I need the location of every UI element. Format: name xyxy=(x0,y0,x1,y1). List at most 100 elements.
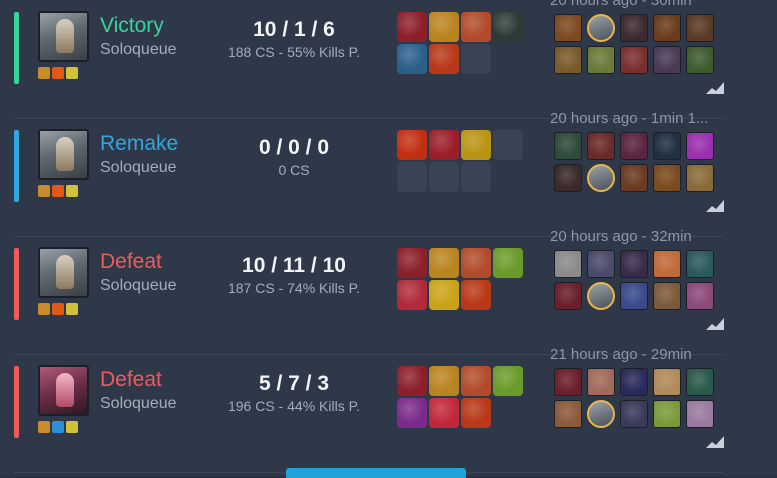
summoner-spell-icon[interactable] xyxy=(66,185,78,197)
queue-type: Soloqueue xyxy=(100,395,177,412)
player-champion-icon-self[interactable] xyxy=(587,14,615,42)
player-champion-icon[interactable] xyxy=(653,282,681,310)
player-champion-icon[interactable] xyxy=(686,368,714,396)
match-time: 20 hours ago - 30min xyxy=(550,0,692,9)
result-color-bar xyxy=(14,12,19,84)
item-icon[interactable] xyxy=(429,12,459,42)
player-champion-icon[interactable] xyxy=(554,132,582,160)
item-icon[interactable] xyxy=(461,366,491,396)
item-icon[interactable] xyxy=(461,398,491,428)
item-icon[interactable] xyxy=(461,248,491,278)
summoner-spell-icon[interactable] xyxy=(52,303,64,315)
item-icon[interactable] xyxy=(397,280,427,310)
item-build xyxy=(397,248,527,310)
player-champion-icon[interactable] xyxy=(686,250,714,278)
item-icon[interactable] xyxy=(397,12,427,42)
kda-score: 10 / 11 / 10 xyxy=(242,254,346,277)
summoner-spell-icon[interactable] xyxy=(52,185,64,197)
champion-portrait-pink-fighter-icon[interactable] xyxy=(38,365,89,416)
item-icon[interactable] xyxy=(493,366,523,396)
graph-icon[interactable] xyxy=(706,198,724,212)
player-champion-icon-self[interactable] xyxy=(587,164,615,192)
match-time: 20 hours ago - 1min 1... xyxy=(550,110,709,127)
player-champion-icon[interactable] xyxy=(686,400,714,428)
empty-item-slot xyxy=(461,44,491,74)
player-champion-icon[interactable] xyxy=(653,14,681,42)
item-icon[interactable] xyxy=(461,130,491,160)
summoner-spell-icon[interactable] xyxy=(38,185,50,197)
kda-score: 5 / 7 / 3 xyxy=(258,372,330,395)
item-icon[interactable] xyxy=(429,280,459,310)
item-icon[interactable] xyxy=(429,366,459,396)
kda-score: 0 / 0 / 0 xyxy=(258,136,330,159)
result-color-bar xyxy=(14,248,19,320)
player-champion-icon[interactable] xyxy=(686,164,714,192)
player-champion-icon[interactable] xyxy=(554,282,582,310)
player-champion-icon[interactable] xyxy=(620,46,648,74)
champion-portrait-armored-knight-icon[interactable] xyxy=(38,11,89,62)
player-champion-icon[interactable] xyxy=(587,368,615,396)
player-champion-icon[interactable] xyxy=(620,250,648,278)
player-champion-icon[interactable] xyxy=(620,164,648,192)
match-row-3[interactable]: Defeat Soloqueue 10 / 11 / 10 187 CS - 7… xyxy=(14,228,724,355)
player-champion-icon[interactable] xyxy=(686,282,714,310)
player-champion-icon[interactable] xyxy=(653,368,681,396)
item-icon[interactable] xyxy=(429,248,459,278)
item-icon[interactable] xyxy=(397,366,427,396)
item-icon[interactable] xyxy=(493,12,523,42)
player-champion-icon[interactable] xyxy=(620,368,648,396)
summoner-spell-icon[interactable] xyxy=(38,303,50,315)
player-champion-icon[interactable] xyxy=(653,400,681,428)
player-champion-icon[interactable] xyxy=(653,132,681,160)
graph-icon[interactable] xyxy=(706,434,724,448)
champion-portrait-armored-knight-icon[interactable] xyxy=(38,247,89,298)
item-icon[interactable] xyxy=(429,398,459,428)
item-icon[interactable] xyxy=(429,130,459,160)
player-champion-icon[interactable] xyxy=(620,132,648,160)
item-icon[interactable] xyxy=(397,398,427,428)
item-icon[interactable] xyxy=(397,130,427,160)
player-champion-icon[interactable] xyxy=(620,14,648,42)
item-icon[interactable] xyxy=(493,248,523,278)
item-icon[interactable] xyxy=(429,44,459,74)
player-champion-icon[interactable] xyxy=(587,250,615,278)
summoner-spell-icon[interactable] xyxy=(52,421,64,433)
player-champion-icon-self[interactable] xyxy=(587,282,615,310)
cs-kill-participation: 0 CS xyxy=(278,162,310,178)
summoner-spell-icon[interactable] xyxy=(66,303,78,315)
summoner-spells xyxy=(38,67,78,81)
player-champion-icon[interactable] xyxy=(686,132,714,160)
match-row-4[interactable]: Defeat Soloqueue 5 / 7 / 3 196 CS - 44% … xyxy=(14,346,724,473)
player-champion-icon[interactable] xyxy=(620,282,648,310)
player-champion-icon[interactable] xyxy=(554,14,582,42)
player-champion-icon[interactable] xyxy=(554,164,582,192)
player-champion-icon[interactable] xyxy=(587,46,615,74)
player-champion-icon[interactable] xyxy=(587,132,615,160)
summoner-spell-icon[interactable] xyxy=(52,67,64,79)
player-champion-icon[interactable] xyxy=(653,164,681,192)
match-row-1[interactable]: Victory Soloqueue 10 / 1 / 6 188 CS - 55… xyxy=(14,0,724,119)
item-icon[interactable] xyxy=(461,280,491,310)
player-champion-icon[interactable] xyxy=(620,400,648,428)
summoner-spell-icon[interactable] xyxy=(38,421,50,433)
player-champion-icon[interactable] xyxy=(653,250,681,278)
graph-icon[interactable] xyxy=(706,80,724,94)
player-champion-icon-self[interactable] xyxy=(587,400,615,428)
player-champion-icon[interactable] xyxy=(554,250,582,278)
match-row-2[interactable]: Remake Soloqueue 0 / 0 / 0 0 CS 20 hours… xyxy=(14,110,724,237)
player-champion-icon[interactable] xyxy=(686,14,714,42)
champion-portrait-armored-knight-icon[interactable] xyxy=(38,129,89,180)
player-champion-icon[interactable] xyxy=(554,400,582,428)
summoner-spell-icon[interactable] xyxy=(38,67,50,79)
summoner-spell-icon[interactable] xyxy=(66,421,78,433)
player-champion-icon[interactable] xyxy=(686,46,714,74)
summoner-spell-icon[interactable] xyxy=(66,67,78,79)
show-more-button[interactable] xyxy=(286,468,466,478)
item-icon[interactable] xyxy=(397,248,427,278)
player-champion-icon[interactable] xyxy=(554,46,582,74)
item-icon[interactable] xyxy=(461,12,491,42)
player-champion-icon[interactable] xyxy=(653,46,681,74)
graph-icon[interactable] xyxy=(706,316,724,330)
player-champion-icon[interactable] xyxy=(554,368,582,396)
item-icon[interactable] xyxy=(397,44,427,74)
